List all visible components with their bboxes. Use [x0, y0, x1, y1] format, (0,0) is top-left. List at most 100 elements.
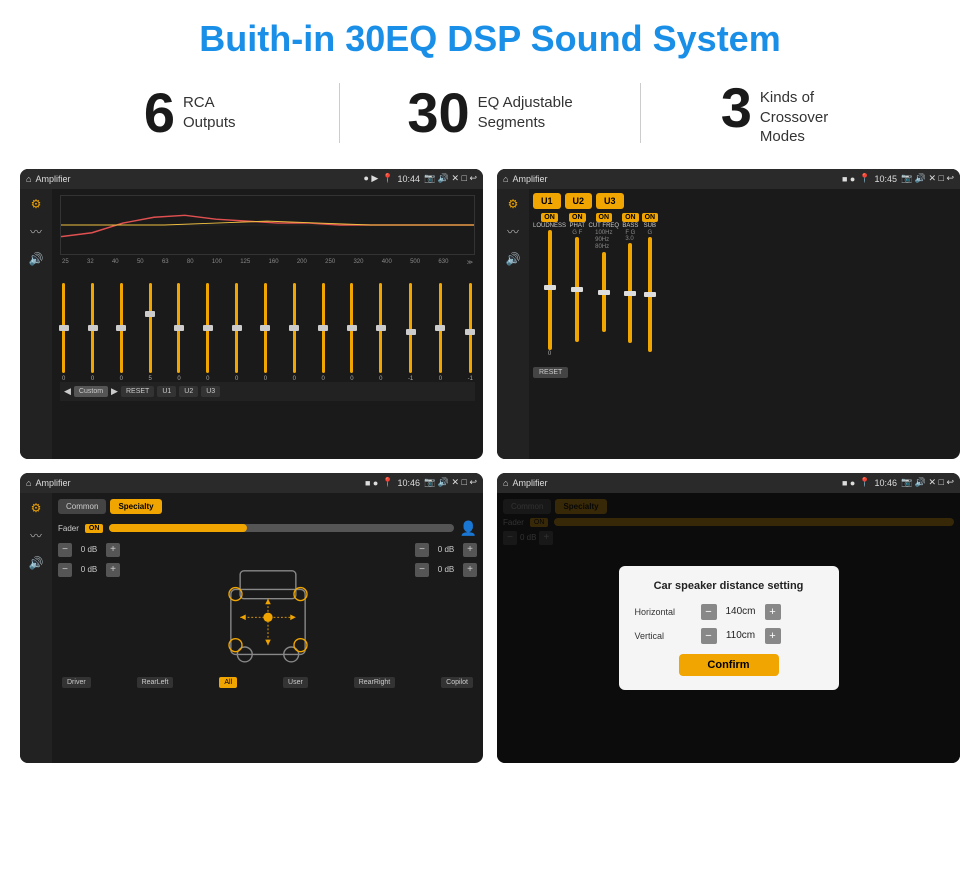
- home-icon-3: ⌂: [26, 478, 31, 488]
- page-title: Buith-in 30EQ DSP Sound System: [0, 0, 980, 70]
- tab-specialty[interactable]: Specialty: [110, 499, 161, 514]
- location-icon-4: 📍: [859, 477, 870, 488]
- eq-reset-btn[interactable]: RESET: [121, 386, 154, 397]
- car-diagram: [126, 543, 409, 673]
- dialog-vertical-label: Vertical: [635, 631, 695, 641]
- eq-u3-btn[interactable]: U3: [201, 386, 220, 397]
- ch-bass: ON BASS F G3.0: [622, 213, 639, 343]
- vol-val-1: 0 dB: [75, 545, 103, 554]
- rearright-btn[interactable]: RearRight: [354, 677, 396, 688]
- copilot-btn[interactable]: Copilot: [441, 677, 473, 688]
- phat-track: [575, 237, 579, 342]
- speaker-controls: − 0 dB + − 0 dB +: [58, 543, 477, 673]
- vertical-minus-btn[interactable]: −: [701, 628, 717, 644]
- vol-minus-4[interactable]: −: [415, 563, 429, 577]
- crossover-main: U1 U2 U3 ON LOUDNESS 0: [529, 189, 960, 459]
- cutfreq-on: ON: [596, 213, 613, 222]
- slider-col-10: 0: [321, 283, 324, 382]
- slider-col-8: 0: [264, 283, 267, 382]
- crossover-reset-btn[interactable]: RESET: [533, 367, 568, 378]
- loudness-label: LOUDNESS: [533, 223, 566, 229]
- wave-icon[interactable]: 〰: [30, 223, 42, 240]
- cutfreq-label: CUT FREQ: [589, 223, 620, 229]
- u-buttons: U1 U2 U3: [533, 193, 956, 209]
- vol-minus-1[interactable]: −: [58, 543, 72, 557]
- driver-btn[interactable]: Driver: [62, 677, 91, 688]
- rearleft-btn[interactable]: RearLeft: [137, 677, 174, 688]
- all-btn[interactable]: All: [219, 677, 237, 688]
- dialog-title: Car speaker distance setting: [635, 580, 823, 592]
- prev-icon[interactable]: ◀: [64, 386, 71, 397]
- slider-col-4: 5: [148, 283, 151, 382]
- fader-on-btn[interactable]: ON: [85, 524, 104, 533]
- tab-common[interactable]: Common: [58, 499, 106, 514]
- location-icon-3: 📍: [382, 477, 393, 488]
- horizontal-minus-btn[interactable]: −: [701, 604, 717, 620]
- status-bar-1: ⌂ Amplifier ● ▶ 📍 10:44 📷 🔊 ✕ □ ↩: [20, 169, 483, 189]
- phat-thumb[interactable]: [571, 287, 583, 292]
- screen4-time: 10:46: [875, 478, 898, 488]
- sidebar-1: ⚙ 〰 🔊: [20, 189, 52, 459]
- next-icon[interactable]: ▶: [111, 386, 118, 397]
- speaker-icon-3[interactable]: 🔊: [29, 556, 44, 570]
- sidebar-2: ⚙ 〰 🔊: [497, 189, 529, 459]
- eq-preset-custom[interactable]: Custom: [74, 386, 108, 397]
- vol-plus-2[interactable]: +: [106, 563, 120, 577]
- home-icon-4: ⌂: [503, 478, 508, 488]
- stats-row: 6 RCAOutputs 30 EQ AdjustableSegments 3 …: [0, 70, 980, 161]
- u1-btn[interactable]: U1: [533, 193, 561, 209]
- loudness-thumb[interactable]: [544, 285, 556, 290]
- wave-icon-2[interactable]: 〰: [507, 223, 519, 240]
- user-btn[interactable]: User: [283, 677, 308, 688]
- speaker-icon-2[interactable]: 🔊: [506, 252, 521, 266]
- screen1-time: 10:44: [398, 174, 421, 184]
- eq-freq-labels: 2532405063 80100125160200 25032040050063…: [60, 259, 475, 266]
- confirm-button[interactable]: Confirm: [679, 654, 779, 676]
- vol-val-2: 0 dB: [75, 565, 103, 574]
- ch-sub: ON SUB G: [642, 213, 659, 352]
- home-icon-2: ⌂: [503, 174, 508, 184]
- eq-icon[interactable]: ⚙: [31, 197, 42, 211]
- dialog-vertical-row: Vertical − 110cm +: [635, 628, 823, 644]
- screen2-icons: 📷 🔊 ✕ □ ↩: [901, 173, 954, 184]
- vol-plus-1[interactable]: +: [106, 543, 120, 557]
- eq-u2-btn[interactable]: U2: [179, 386, 198, 397]
- screen1-icons: 📷 🔊 ✕ □ ↩: [424, 173, 477, 184]
- slider-col-9: 0: [293, 283, 296, 382]
- eq-u1-btn[interactable]: U1: [157, 386, 176, 397]
- slider-col-3: 0: [120, 283, 123, 382]
- cutfreq-thumb[interactable]: [598, 290, 610, 295]
- vol-row-1: − 0 dB +: [58, 543, 120, 557]
- vol-minus-2[interactable]: −: [58, 563, 72, 577]
- slider-col-14: 0: [439, 283, 442, 382]
- vol-row-3: − 0 dB +: [415, 543, 477, 557]
- stat-crossover: 3 Kinds ofCrossover Modes: [661, 80, 920, 147]
- dialog-horizontal-label: Horizontal: [635, 607, 695, 617]
- eq-icon-3[interactable]: ⚙: [31, 501, 42, 515]
- screen2-time: 10:45: [875, 174, 898, 184]
- speaker-icon[interactable]: 🔊: [29, 252, 44, 266]
- vol-plus-3[interactable]: +: [463, 543, 477, 557]
- loudness-val: 0: [548, 351, 551, 357]
- vol-plus-4[interactable]: +: [463, 563, 477, 577]
- eq-icon-2[interactable]: ⚙: [508, 197, 519, 211]
- stat-crossover-label: Kinds ofCrossover Modes: [760, 80, 860, 147]
- u3-btn[interactable]: U3: [596, 193, 624, 209]
- speaker-main: Common Specialty Fader ON 👤 −: [52, 493, 483, 763]
- wave-icon-3[interactable]: 〰: [30, 527, 42, 544]
- vol-val-3: 0 dB: [432, 545, 460, 554]
- slider-col-1: 0: [62, 283, 65, 382]
- vertical-plus-btn[interactable]: +: [765, 628, 781, 644]
- stat-crossover-number: 3: [721, 80, 752, 136]
- dot-icon-3: ■ ●: [365, 478, 378, 488]
- screen4-icons: 📷 🔊 ✕ □ ↩: [901, 477, 954, 488]
- slider-col-12: 0: [379, 283, 382, 382]
- location-icon-2: 📍: [859, 173, 870, 184]
- bass-thumb[interactable]: [624, 291, 636, 296]
- vol-minus-3[interactable]: −: [415, 543, 429, 557]
- u2-btn[interactable]: U2: [565, 193, 593, 209]
- stat-eq: 30 EQ AdjustableSegments: [360, 85, 619, 141]
- fader-label: Fader: [58, 524, 79, 533]
- horizontal-plus-btn[interactable]: +: [765, 604, 781, 620]
- sub-thumb[interactable]: [644, 292, 656, 297]
